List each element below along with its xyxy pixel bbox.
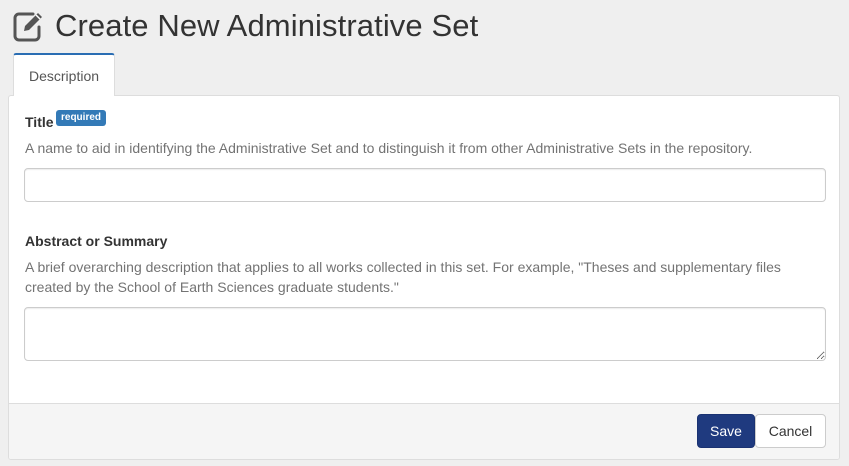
panel-footer: Save Cancel: [9, 403, 839, 459]
required-badge: required: [56, 110, 107, 126]
title-label: Title: [25, 114, 54, 130]
page-title: Create New Administrative Set: [55, 8, 479, 43]
page-header: Create New Administrative Set: [11, 6, 478, 46]
tab-bar: Description: [13, 53, 116, 96]
tab-description[interactable]: Description: [13, 53, 116, 96]
title-input[interactable]: [24, 168, 826, 202]
abstract-help-text: A brief overarching description that app…: [25, 259, 781, 295]
edit-icon: [11, 9, 45, 43]
save-button[interactable]: Save: [697, 414, 755, 448]
cancel-button[interactable]: Cancel: [755, 414, 826, 448]
title-help-text: A name to aid in identifying the Adminis…: [25, 140, 753, 156]
abstract-label: Abstract or Summary: [25, 233, 168, 249]
form-panel: Title required A name to aid in identify…: [8, 95, 840, 460]
abstract-textarea[interactable]: [24, 307, 826, 361]
